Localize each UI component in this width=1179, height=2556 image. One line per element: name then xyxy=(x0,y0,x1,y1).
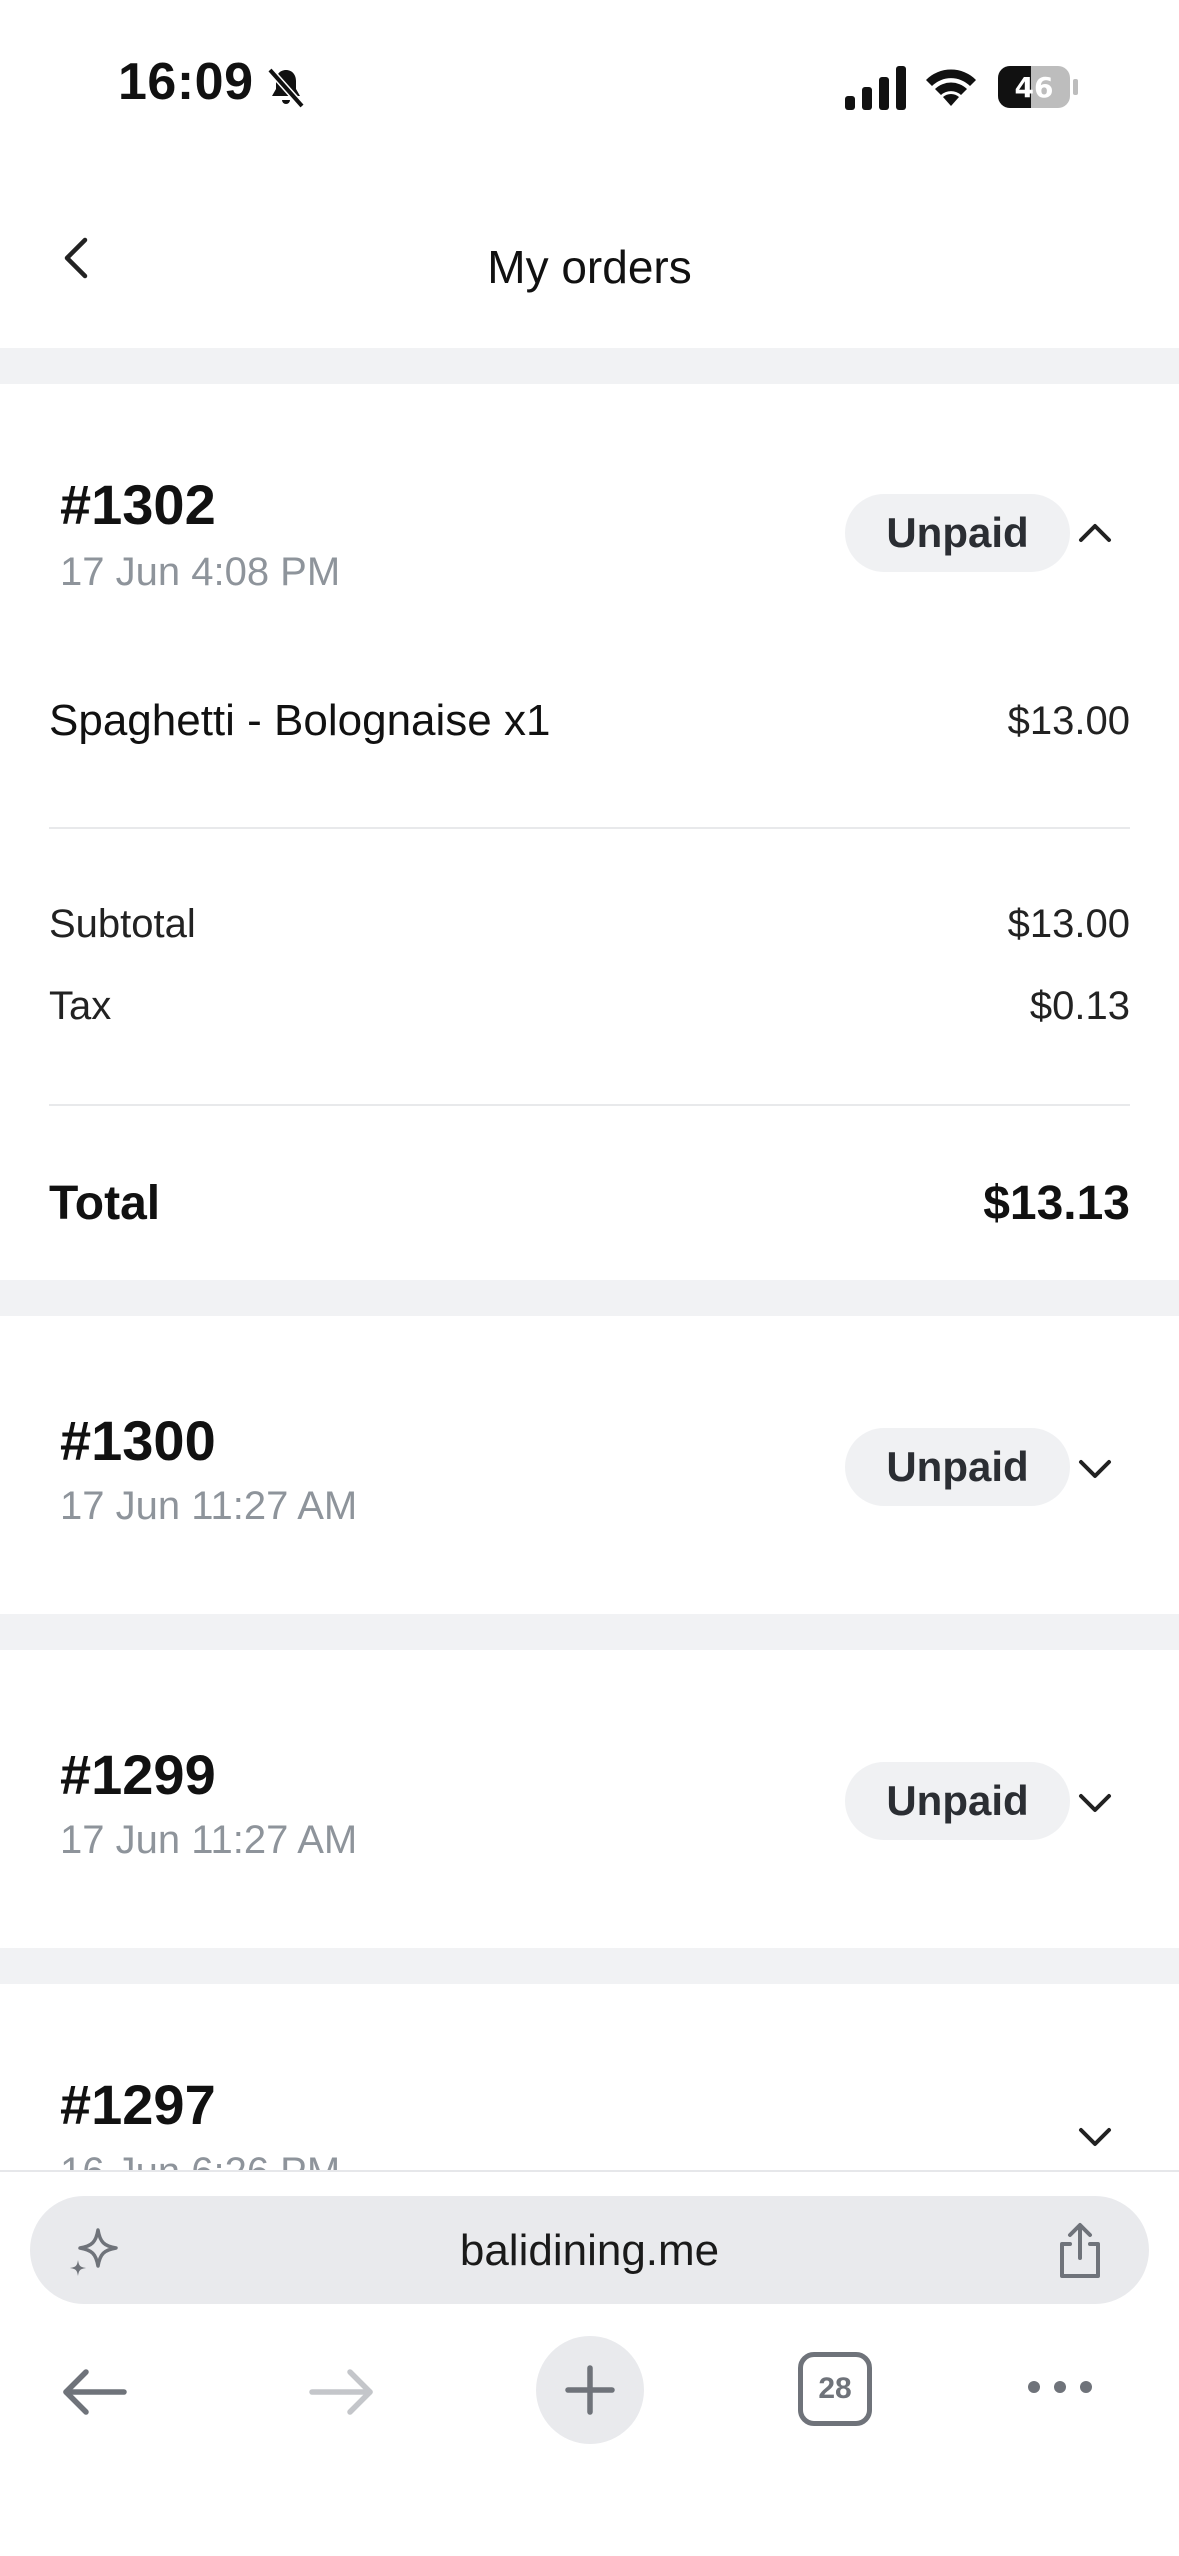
browser-toolbar: balidining.me 28 xyxy=(0,2170,1179,2556)
order-number: #1300 xyxy=(60,1409,216,1472)
section-gap xyxy=(0,1948,1179,1984)
total-row: Total $13.13 xyxy=(49,1176,1130,1231)
address-bar[interactable]: balidining.me xyxy=(30,2196,1149,2304)
chevron-down-icon[interactable] xyxy=(1075,1448,1115,1488)
status-time: 16:09 xyxy=(118,53,254,111)
new-tab-button[interactable] xyxy=(536,2336,644,2444)
total-value: $13.13 xyxy=(983,1177,1130,1230)
tax-label: Tax xyxy=(49,984,112,1028)
order-card[interactable]: #1299 17 Jun 11:27 AM Unpaid xyxy=(0,1650,1179,1948)
order-header[interactable]: #1302 17 Jun 4:08 PM Unpaid xyxy=(0,384,1179,604)
order-datetime: 17 Jun 11:27 AM xyxy=(60,1484,358,1528)
order-datetime: 16 Jun 6:26 PM xyxy=(60,2150,340,2170)
divider xyxy=(49,1104,1130,1106)
order-card[interactable]: #1300 17 Jun 11:27 AM Unpaid xyxy=(0,1316,1179,1614)
section-gap xyxy=(0,1614,1179,1650)
subtotal-row: Subtotal $13.00 xyxy=(49,902,1130,947)
subtotal-value: $13.00 xyxy=(1007,902,1130,946)
chevron-down-icon[interactable] xyxy=(1075,1782,1115,1822)
battery-level: 46 xyxy=(1015,71,1054,104)
order-card[interactable]: #1297 16 Jun 6:26 PM xyxy=(0,1984,1179,2170)
total-label: Total xyxy=(49,1177,161,1230)
wifi-icon xyxy=(926,69,976,106)
status-badge: Unpaid xyxy=(845,1428,1070,1506)
share-icon[interactable] xyxy=(1050,2220,1110,2282)
order-card: #1302 17 Jun 4:08 PM Unpaid Spaghetti - … xyxy=(0,384,1179,1280)
order-datetime: 17 Jun 11:27 AM xyxy=(60,1818,358,1862)
page-title: My orders xyxy=(487,241,692,293)
url-text: balidining.me xyxy=(459,2226,720,2275)
plus-icon xyxy=(565,2365,615,2415)
arrow-left-icon[interactable] xyxy=(58,2362,130,2422)
status-badge: Unpaid xyxy=(845,494,1070,572)
battery-icon: 46 xyxy=(998,66,1078,108)
divider xyxy=(49,827,1130,829)
status-badge: Unpaid xyxy=(845,1762,1070,1840)
page-header: My orders xyxy=(0,170,1179,348)
cellular-signal-icon xyxy=(845,66,906,110)
item-name: Spaghetti - Bolognaise x1 xyxy=(49,696,551,745)
bell-off-icon xyxy=(267,67,305,109)
tax-value: $0.13 xyxy=(1029,984,1130,1028)
section-gap xyxy=(0,348,1179,384)
subtotal-label: Subtotal xyxy=(49,902,196,946)
arrow-right-icon[interactable] xyxy=(306,2362,378,2422)
status-bar: 16:09 46 xyxy=(0,0,1179,170)
order-number: #1299 xyxy=(60,1743,216,1806)
item-price: $13.00 xyxy=(1007,698,1130,743)
tabs-button[interactable]: 28 xyxy=(798,2352,872,2426)
browser-nav-row: 28 xyxy=(0,2332,1179,2452)
order-datetime: 17 Jun 4:08 PM xyxy=(60,550,341,594)
order-number: #1302 xyxy=(60,473,216,536)
tax-row: Tax $0.13 xyxy=(49,984,1130,1029)
chevron-down-icon[interactable] xyxy=(1075,2116,1115,2156)
chevron-up-icon[interactable] xyxy=(1075,512,1115,552)
more-icon[interactable] xyxy=(1024,2372,1096,2402)
section-gap xyxy=(0,1280,1179,1316)
order-item-row: Spaghetti - Bolognaise x1 $13.00 xyxy=(49,696,1130,746)
order-number: #1297 xyxy=(60,2073,216,2136)
